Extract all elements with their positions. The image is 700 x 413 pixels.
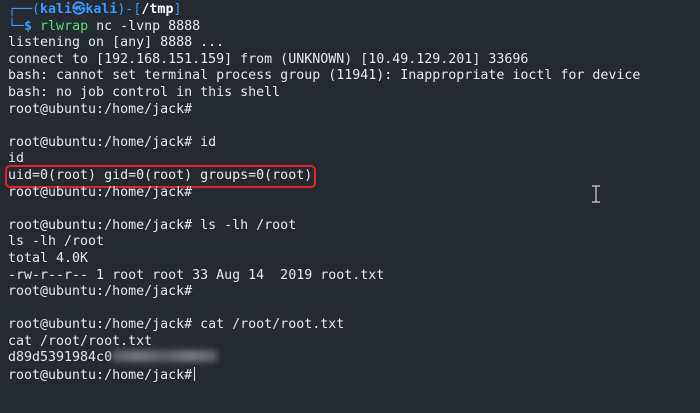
echo-line: ls -lh /root: [8, 234, 105, 250]
highlighted-output-line: uid=0(root) gid=0(root) groups=0(root): [4, 165, 700, 188]
shell-prompt-command: root@ubuntu:/home/jack# ls -lh /root: [8, 217, 297, 233]
shell-prompt-active[interactable]: root@ubuntu:/home/jack#: [8, 367, 700, 384]
flag-visible-part: d89d5391984c0: [8, 350, 113, 366]
prompt-line-command: └─$ rlwrap nc -lvnp 8888: [8, 19, 700, 36]
kali-skull-icon: ㉿: [72, 2, 86, 17]
prompt-line-top: ┌──(kali㉿kali)-[/tmp]: [8, 2, 700, 19]
shell-prompt-command: root@ubuntu:/home/jack# id: [8, 134, 217, 150]
ibeam-cursor-icon: [592, 185, 600, 203]
prompt-user: kali: [40, 2, 73, 17]
output-line: bash: cannot set terminal process group …: [8, 68, 641, 84]
command-args: nc -lvnp 8888: [96, 18, 201, 34]
echo-line: cat /root/root.txt: [8, 333, 153, 349]
shell-prompt-text: root@ubuntu:/home/jack#: [8, 368, 193, 384]
prompt-dollar: $: [24, 18, 33, 34]
text-cursor: [194, 367, 196, 382]
shell-prompt: root@ubuntu:/home/jack#: [8, 284, 193, 300]
redacted-blur: [112, 350, 218, 363]
highlight-box: uid=0(root) gid=0(root) groups=0(root): [4, 165, 317, 188]
output-line: -rw-r--r-- 1 root root 33 Aug 14 2019 ro…: [8, 267, 385, 283]
echo-line: id: [8, 151, 25, 167]
output-line: bash: no job control in this shell: [8, 84, 281, 100]
prompt-path: /tmp: [141, 2, 174, 17]
output-line: connect to [192.168.151.159] from (UNKNO…: [8, 51, 529, 67]
command-name: rlwrap: [40, 18, 89, 34]
prompt-corner-top: ┌──(: [8, 2, 41, 17]
prompt-corner-bottom: └─: [8, 18, 25, 34]
prompt-host: kali: [85, 2, 118, 17]
flag-output-line: d89d5391984c0: [8, 350, 700, 367]
prompt-separator: )-[: [117, 2, 142, 17]
output-line: total 4.0K: [8, 250, 89, 266]
shell-prompt-command: root@ubuntu:/home/jack# cat /root/root.t…: [8, 317, 345, 333]
shell-prompt: root@ubuntu:/home/jack#: [8, 101, 193, 117]
output-line: listening on [any] 8888 ...: [8, 35, 225, 51]
prompt-close: ]: [173, 2, 182, 17]
terminal-window[interactable]: ┌──(kali㉿kali)-[/tmp] └─$ rlwrap nc -lvn…: [0, 0, 700, 413]
